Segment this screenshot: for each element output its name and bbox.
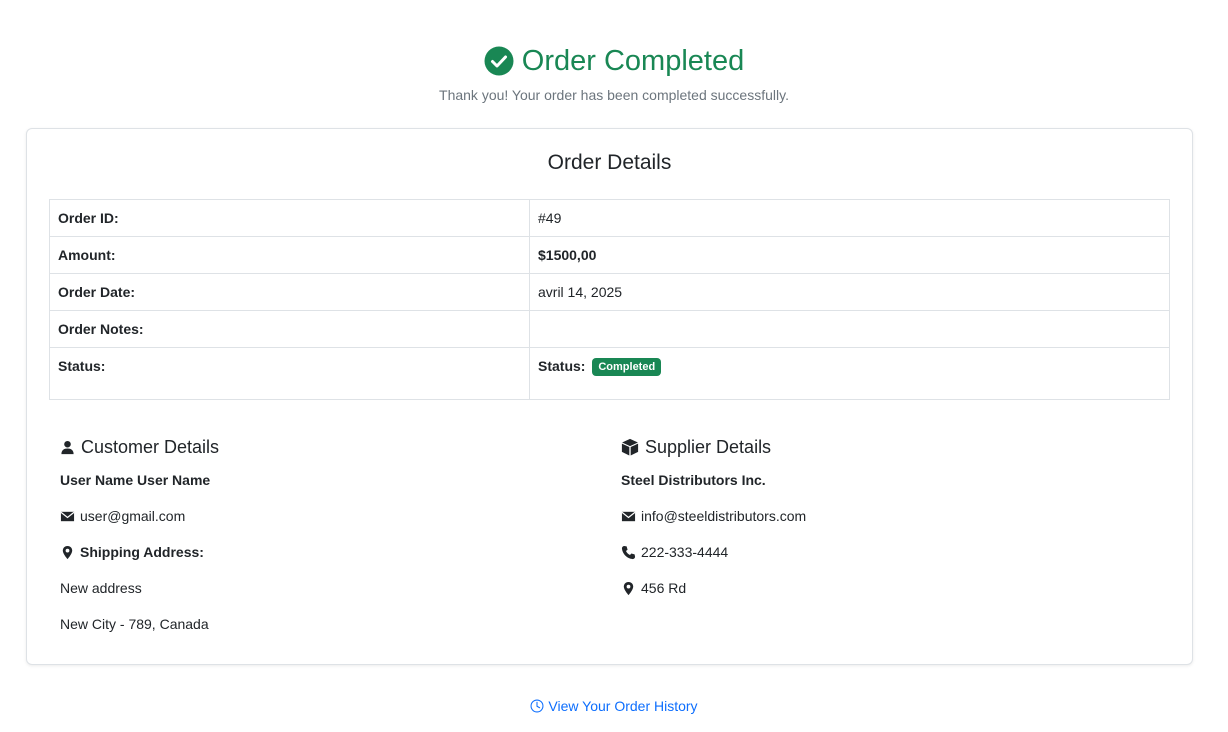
check-circle-icon	[484, 46, 514, 76]
order-details-table: Order ID: #49 Amount: $1500,00 Order Dat…	[49, 199, 1170, 400]
envelope-icon	[60, 511, 75, 521]
customer-details: Customer Details User Name User Name use…	[60, 435, 580, 642]
supplier-heading-text: Supplier Details	[645, 436, 772, 457]
customer-name: User Name User Name	[60, 472, 211, 488]
customer-email-row: user@gmail.com	[60, 498, 580, 534]
shipping-address-row: Shipping Address:	[60, 534, 580, 570]
user-icon	[61, 440, 74, 454]
shipping-address-label: Shipping Address:	[80, 544, 204, 560]
map-marker-icon	[623, 581, 634, 595]
page-header: Order Completed Thank you! Your order ha…	[0, 44, 1228, 104]
address-line-2: New City - 789, Canada	[60, 616, 209, 632]
supplier-email: info@steeldistributors.com	[641, 508, 807, 524]
amount-value: $1500,00	[529, 236, 1170, 274]
amount-label: Amount:	[49, 236, 530, 274]
order-date-label: Order Date:	[49, 273, 530, 311]
customer-heading-text: Customer Details	[81, 436, 220, 457]
order-id-label: Order ID:	[49, 199, 530, 237]
status-cell: Status: Completed	[529, 347, 1170, 400]
map-marker-icon	[62, 545, 73, 559]
order-notes-value	[529, 310, 1170, 348]
order-date-value: avril 14, 2025	[529, 273, 1170, 311]
supplier-details: Supplier Details Steel Distributors Inc.…	[621, 435, 1141, 606]
customer-details-heading: Customer Details	[60, 435, 580, 459]
view-order-history-text[interactable]: View Your Order History	[548, 698, 697, 714]
order-notes-label: Order Notes:	[49, 310, 530, 348]
supplier-name: Steel Distributors Inc.	[621, 472, 766, 488]
order-history-area: View Your Order History	[0, 698, 1228, 716]
table-row: Order Date: avril 14, 2025	[49, 273, 1170, 311]
phone-icon	[621, 545, 636, 559]
supplier-address-row: 456 Rd	[621, 570, 1141, 606]
box-icon	[621, 438, 639, 456]
supplier-details-heading: Supplier Details	[621, 435, 1141, 459]
table-row: Amount: $1500,00	[49, 236, 1170, 274]
table-row: Status: Status: Completed	[49, 347, 1170, 400]
status-badge: Completed	[592, 358, 662, 376]
order-details-card: Order Details Order ID: #49 Amount: $150…	[26, 128, 1193, 665]
supplier-phone: 222-333-4444	[641, 544, 729, 560]
clock-icon	[530, 699, 544, 713]
supplier-address: 456 Rd	[641, 580, 687, 596]
address-line-1: New address	[60, 580, 142, 596]
supplier-phone-row: 222-333-4444	[621, 534, 1141, 570]
customer-email: user@gmail.com	[80, 508, 186, 524]
status-inline-label: Status:	[538, 358, 586, 374]
table-row: Order ID: #49	[49, 199, 1170, 237]
view-order-history-link[interactable]: View Your Order History	[530, 698, 698, 714]
supplier-email-row: info@steeldistributors.com	[621, 498, 1141, 534]
page-title: Order Completed	[521, 45, 745, 77]
title-row: Order Completed	[0, 44, 1228, 78]
page-subtitle: Thank you! Your order has been completed…	[439, 87, 789, 103]
status-label: Status:	[49, 347, 530, 400]
envelope-icon	[621, 511, 636, 521]
table-row: Order Notes:	[49, 310, 1170, 348]
order-id-value: #49	[529, 199, 1170, 237]
order-details-title: Order Details	[547, 151, 672, 174]
